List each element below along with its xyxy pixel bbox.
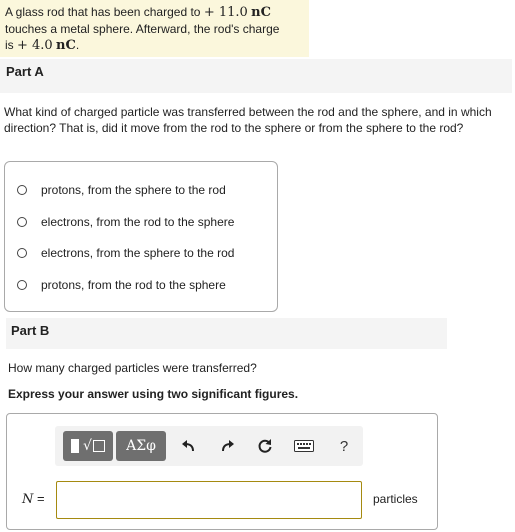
template-square-icon <box>92 440 105 452</box>
undo-button[interactable] <box>177 431 199 461</box>
radio-button[interactable] <box>17 185 27 195</box>
help-icon: ? <box>339 437 349 455</box>
initial-charge-unit: nC <box>251 5 271 20</box>
part-b-title: Part B <box>11 323 50 338</box>
part-b-question: How many charged particles were transfer… <box>8 361 257 375</box>
radio-button[interactable] <box>17 217 27 227</box>
initial-charge-value: + 11.0 <box>203 5 248 20</box>
undo-icon <box>182 440 194 452</box>
option-label: electrons, from the rod to the sphere <box>41 215 235 229</box>
keyboard-icon <box>294 440 314 452</box>
option-electrons-rod-to-sphere[interactable]: electrons, from the rod to the sphere <box>17 212 234 232</box>
option-protons-sphere-to-rod[interactable]: protons, from the sphere to the rod <box>17 180 226 200</box>
option-protons-rod-to-sphere[interactable]: protons, from the rod to the sphere <box>17 275 226 295</box>
reset-button[interactable] <box>254 431 276 461</box>
templates-button[interactable]: √ <box>63 431 113 461</box>
redo-icon <box>222 440 234 452</box>
greek-symbols-button[interactable]: ΑΣφ <box>116 431 166 461</box>
sqrt-icon: √ <box>83 438 92 454</box>
option-label: protons, from the rod to the sphere <box>41 278 226 292</box>
part-a-question: What kind of charged particle was transf… <box>4 105 492 135</box>
option-electrons-sphere-to-rod[interactable]: electrons, from the sphere to the rod <box>17 243 234 263</box>
template-box-icon <box>71 439 80 453</box>
answer-options: protons, from the sphere to the rod elec… <box>4 161 278 312</box>
reset-icon <box>258 439 272 453</box>
radio-button[interactable] <box>17 248 27 258</box>
final-charge-unit: nC <box>56 38 76 53</box>
answer-units: particles <box>373 492 418 506</box>
equals-sign: = <box>37 491 45 506</box>
option-label: electrons, from the sphere to the rod <box>41 246 235 260</box>
answer-input[interactable] <box>56 481 362 519</box>
greek-symbols-label: ΑΣφ <box>126 438 156 454</box>
problem-statement: A glass rod that has been charged to + 1… <box>0 0 309 57</box>
part-b-instruction: Express your answer using two significan… <box>8 387 299 401</box>
keyboard-shortcuts-button[interactable] <box>291 431 317 461</box>
intro-text-2: touches a metal sphere. Afterward, the r… <box>5 22 280 36</box>
variable-symbol: N <box>22 492 34 507</box>
math-toolbar: √ ΑΣφ ? <box>55 426 363 466</box>
option-label: protons, from the sphere to the rod <box>41 183 226 197</box>
radio-button[interactable] <box>17 280 27 290</box>
redo-button[interactable] <box>217 431 239 461</box>
help-button[interactable]: ? <box>334 431 354 461</box>
answer-variable-label: N = <box>22 491 45 507</box>
intro-text-1: A glass rod that has been charged to <box>5 5 204 19</box>
part-a-title: Part A <box>6 64 44 79</box>
part-a-header[interactable]: Part A <box>0 59 512 93</box>
final-charge-value: + 4.0 <box>17 38 53 53</box>
intro-text-3: is <box>5 38 17 52</box>
intro-text-4: . <box>75 38 80 52</box>
part-b-header[interactable]: Part B <box>6 318 447 349</box>
